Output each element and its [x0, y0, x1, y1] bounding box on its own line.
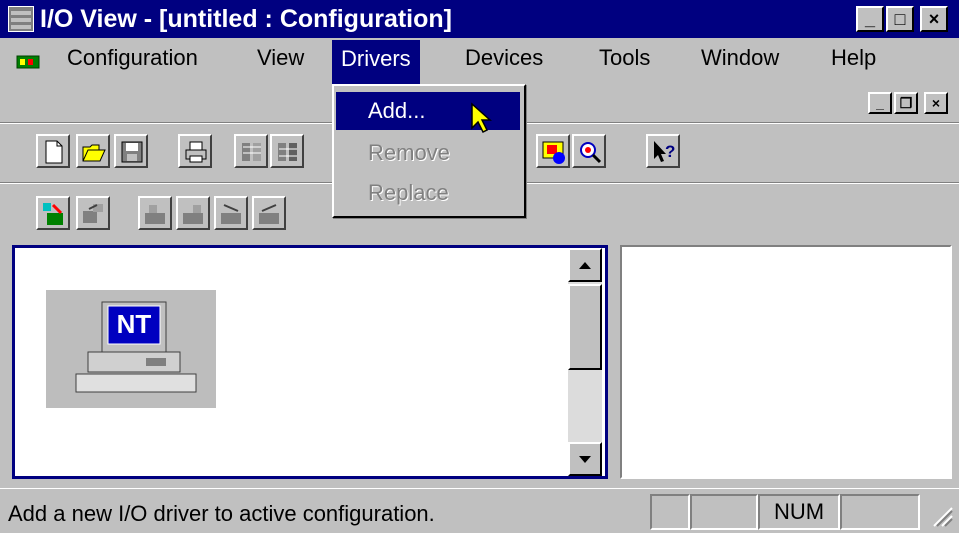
mdi-close-button[interactable]: ×: [924, 92, 948, 114]
device-pane[interactable]: [620, 245, 952, 479]
status-message: Add a new I/O driver to active configura…: [8, 501, 435, 526]
window-title: I/O View - [untitled : Configuration]: [40, 5, 452, 33]
menu-item-replace[interactable]: Replace: [336, 174, 520, 212]
status-indicator: [650, 494, 690, 530]
svg-text:?: ?: [665, 142, 675, 161]
menu-devices[interactable]: Devices: [456, 44, 552, 72]
device-3-icon[interactable]: [214, 196, 248, 230]
nt-label: NT: [116, 309, 152, 339]
menu-tools[interactable]: Tools: [590, 44, 659, 72]
status-indicator: [690, 494, 758, 530]
paste-icon[interactable]: [270, 134, 304, 168]
cut-icon[interactable]: [234, 134, 268, 168]
device-config-icon[interactable]: [536, 134, 570, 168]
save-icon[interactable]: [114, 134, 148, 168]
menu-view[interactable]: View: [248, 44, 313, 72]
scroll-up-button[interactable]: [568, 248, 602, 282]
app-icon[interactable]: [8, 6, 34, 32]
menu-help[interactable]: Help: [822, 44, 885, 72]
driver-remove-icon[interactable]: [76, 196, 110, 230]
menu-window[interactable]: Window: [692, 44, 788, 72]
maximize-button[interactable]: □: [886, 6, 914, 32]
document-icon[interactable]: [16, 52, 42, 72]
close-button[interactable]: ×: [920, 6, 948, 32]
device-1-icon[interactable]: [138, 196, 172, 230]
mdi-minimize-button[interactable]: _: [868, 92, 892, 114]
mouse-cursor-icon: [470, 102, 496, 136]
resize-grip-icon[interactable]: [928, 502, 954, 528]
device-4-icon[interactable]: [252, 196, 286, 230]
minimize-button[interactable]: _: [856, 6, 884, 32]
menu-configuration[interactable]: Configuration: [58, 44, 207, 72]
scroll-thumb[interactable]: [568, 284, 602, 370]
new-document-icon[interactable]: [36, 134, 70, 168]
num-lock-indicator: NUM: [758, 494, 840, 530]
driver-add-icon[interactable]: [36, 196, 70, 230]
status-indicator: [840, 494, 920, 530]
menu-drivers[interactable]: Drivers: [332, 40, 420, 84]
open-folder-icon[interactable]: [76, 134, 110, 168]
device-2-icon[interactable]: [176, 196, 210, 230]
scroll-down-button[interactable]: [568, 442, 602, 476]
context-help-icon[interactable]: ?: [646, 134, 680, 168]
zoom-icon[interactable]: [572, 134, 606, 168]
menu-item-remove[interactable]: Remove: [336, 134, 520, 172]
mdi-restore-button[interactable]: ❐: [894, 92, 918, 114]
print-icon[interactable]: [178, 134, 212, 168]
